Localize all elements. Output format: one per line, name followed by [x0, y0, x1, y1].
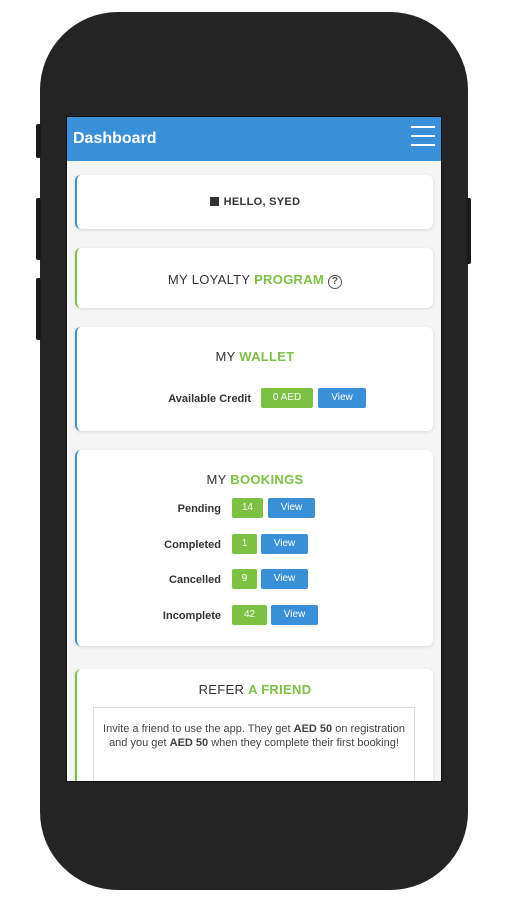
hamburger-icon[interactable] [411, 126, 435, 148]
credit-value-badge: 0 AED [261, 388, 313, 408]
wallet-credit-row: Available Credit 0 AED View [77, 388, 433, 410]
bookings-card: MY BOOKINGS Pending 14 View Completed 1 … [75, 450, 433, 646]
booking-count-badge: 42 [232, 605, 267, 625]
greeting-card: HELLO, SYED [75, 175, 433, 229]
loyalty-title-prefix: MY LOYALTY [167, 272, 255, 287]
incomplete-view-button[interactable]: View [271, 605, 318, 625]
booking-status-label: Pending [177, 503, 221, 515]
cancelled-view-button[interactable]: View [261, 569, 308, 589]
booking-row-pending: Pending 14 View [77, 498, 433, 520]
app-screen: Dashboard HELLO, SYED MY LOYALTY PROGRAM… [66, 116, 442, 782]
page-title: Dashboard [73, 130, 157, 147]
booking-status-label: Cancelled [169, 574, 221, 586]
refer-amount-self: AED 50 [169, 737, 209, 749]
credit-label: Available Credit [168, 393, 251, 405]
volume-down-button [36, 278, 41, 340]
wallet-card: MY WALLET Available Credit 0 AED View [75, 327, 433, 431]
booking-row-incomplete: Incomplete 42 View [77, 605, 433, 627]
booking-status-label: Incomplete [162, 610, 221, 622]
bookings-title-accent: BOOKINGS [230, 472, 304, 487]
loyalty-card[interactable]: MY LOYALTY PROGRAM? [75, 248, 433, 308]
mute-switch [36, 124, 41, 158]
wallet-title-prefix: MY [215, 349, 240, 364]
wallet-title-accent: WALLET [239, 349, 295, 364]
refer-description: Invite a friend to use the app. They get… [93, 707, 415, 781]
pending-view-button[interactable]: View [268, 498, 315, 518]
refer-title-accent: A FRIEND [248, 682, 312, 697]
wallet-view-button[interactable]: View [318, 388, 366, 408]
booking-row-cancelled: Cancelled 9 View [77, 569, 433, 591]
refer-amount-friend: AED 50 [293, 723, 333, 735]
user-icon [209, 197, 219, 206]
loyalty-title-accent: PROGRAM [254, 272, 325, 287]
bookings-title-prefix: MY [206, 472, 231, 487]
booking-count-badge: 9 [232, 569, 257, 589]
top-bar: Dashboard [67, 117, 441, 161]
completed-view-button[interactable]: View [261, 534, 308, 554]
booking-status-label: Completed [164, 539, 221, 551]
help-icon[interactable]: ? [328, 275, 343, 289]
booking-row-completed: Completed 1 View [77, 534, 433, 556]
refer-friend-card: REFER A FRIEND Invite a friend to use th… [75, 669, 433, 781]
volume-up-button [36, 198, 41, 260]
greeting-text: HELLO, SYED [223, 196, 301, 208]
refer-title-prefix: REFER [198, 682, 249, 697]
booking-count-badge: 14 [232, 498, 263, 518]
booking-count-badge: 1 [232, 534, 257, 554]
power-button [466, 198, 471, 264]
